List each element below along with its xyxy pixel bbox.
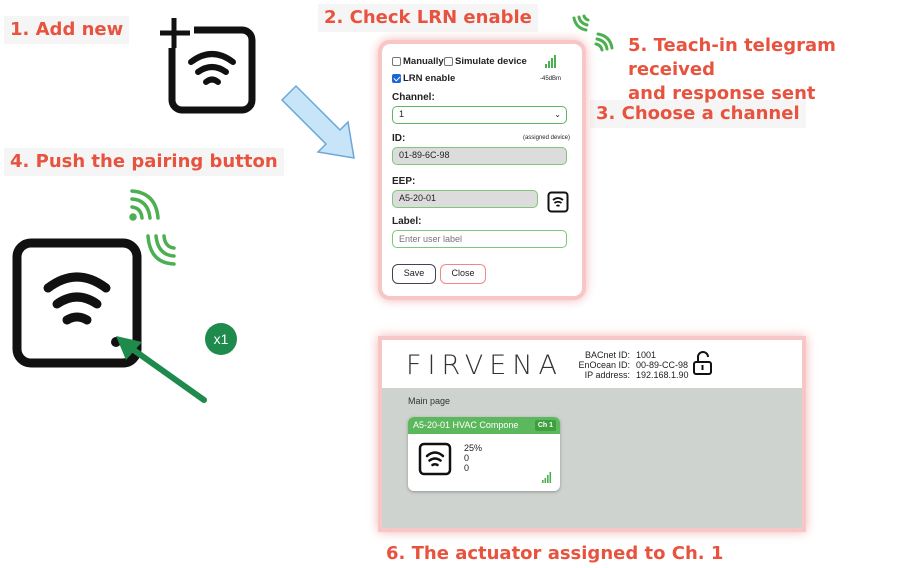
- card-values: 25% 0 0: [464, 443, 483, 473]
- step-2-label: 2. Check LRN enable: [318, 4, 538, 32]
- gateway-info-values: 1001 00-89-CC-98 192.168.1.90: [636, 350, 689, 380]
- save-button[interactable]: Save: [392, 264, 436, 284]
- lrn-enable-checkbox[interactable]: LRN enable: [392, 73, 455, 84]
- signal-bars-icon: [545, 55, 556, 68]
- id-note: (assigned device): [522, 135, 570, 141]
- step-5-label: 5. Teach-in telegram received and respon…: [628, 35, 836, 104]
- id-field[interactable]: 01-89-6C-98: [392, 147, 567, 165]
- step-4-label: 4. Push the pairing button: [4, 148, 284, 176]
- eep-label: EEP:: [392, 176, 416, 187]
- lock-open-icon[interactable]: [692, 350, 714, 376]
- radio-waves-icon: [572, 14, 614, 52]
- arrow-icon: [280, 84, 355, 159]
- signal-strength-text: -45dBm: [540, 76, 562, 82]
- simulate-device-checkbox[interactable]: Simulate device: [444, 56, 527, 67]
- press-count-badge: x1: [205, 323, 237, 355]
- user-label-input[interactable]: [392, 230, 567, 248]
- close-button[interactable]: Close: [440, 264, 486, 284]
- device-form-dialog: Manually Simulate device LRN enable -45d…: [382, 44, 582, 296]
- gateway-panel: FIRVENA BACnet ID: EnOcean ID: IP addres…: [382, 340, 802, 528]
- manually-checkbox[interactable]: Manually: [392, 56, 444, 67]
- wifi-icon: [418, 442, 452, 476]
- card-title: A5-20-01 HVAC Compone: [413, 420, 519, 430]
- wifi-icon[interactable]: [547, 191, 569, 213]
- channel-select[interactable]: 1 ⌄: [392, 106, 567, 124]
- firvena-logo: FIRVENA: [406, 350, 563, 381]
- panel-header: FIRVENA BACnet ID: EnOcean ID: IP addres…: [382, 340, 802, 388]
- page-title: Main page: [408, 396, 451, 406]
- chevron-down-icon: ⌄: [554, 110, 561, 119]
- arrow-icon: [116, 336, 207, 403]
- actuator-card[interactable]: A5-20-01 HVAC Compone Ch 1 25% 0 0: [408, 417, 560, 491]
- channel-badge: Ch 1: [534, 420, 556, 431]
- signal-bars-icon: [542, 472, 552, 483]
- step-6-label: 6. The actuator assigned to Ch. 1: [386, 543, 724, 564]
- id-label: ID:: [392, 133, 406, 144]
- gateway-info-keys: BACnet ID: EnOcean ID: IP address:: [578, 350, 630, 380]
- user-label-label: Label:: [392, 216, 422, 227]
- add-device-icon[interactable]: [158, 14, 258, 116]
- step-1-label: 1. Add new: [4, 16, 130, 44]
- eep-field[interactable]: A5-20-01: [392, 190, 538, 208]
- channel-label: Channel:: [392, 92, 435, 103]
